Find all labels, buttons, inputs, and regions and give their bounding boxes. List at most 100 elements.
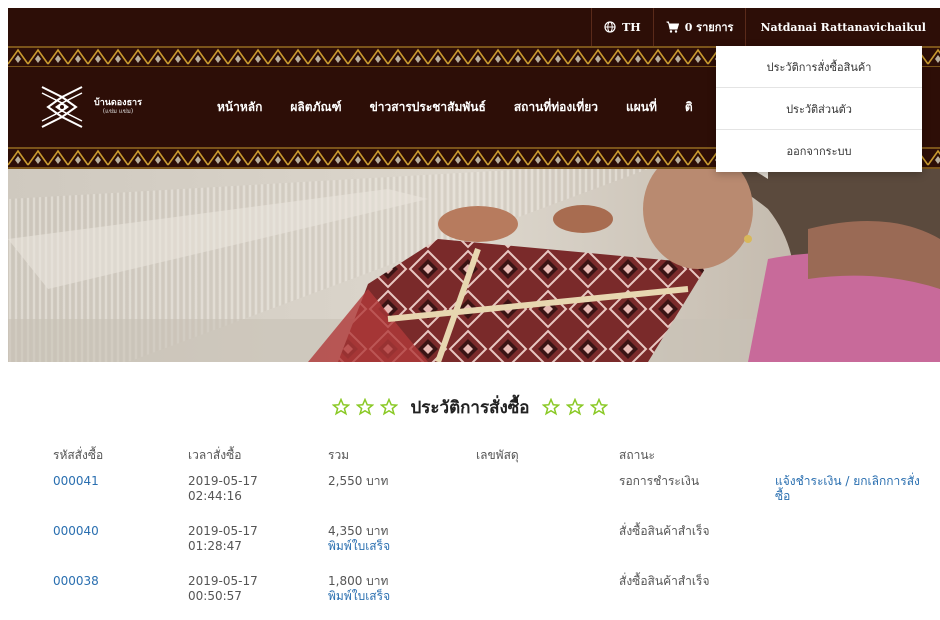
- stars-right: [541, 398, 608, 416]
- pattern-diamond: [435, 156, 441, 164]
- pattern-diamond: [55, 55, 61, 63]
- menu-order-history[interactable]: ประวัติการสั่งซื้อสินค้า: [716, 46, 922, 88]
- pattern-diamond: [15, 156, 21, 164]
- pattern-diamond: [35, 156, 41, 164]
- order-id-link[interactable]: 000041: [53, 474, 99, 488]
- pattern-diamond: [395, 55, 401, 63]
- logo-text: บ้านดองธาร (แข่ม แข่ม): [94, 98, 142, 115]
- pattern-diamond: [475, 156, 481, 164]
- pattern-diamond: [235, 55, 241, 63]
- order-id-link[interactable]: 000040: [53, 524, 99, 538]
- user-menu-button[interactable]: Natdanai Rattanavichaikul: [745, 8, 940, 46]
- nav-products[interactable]: ผลิตภัณฑ์: [276, 98, 355, 117]
- order-id-link[interactable]: 000038: [53, 574, 99, 588]
- pattern-diamond: [95, 156, 101, 164]
- pattern-diamond: [675, 156, 681, 164]
- pattern-diamond: [595, 156, 601, 164]
- pattern-diamond: [175, 55, 181, 63]
- pattern-diamond: [115, 55, 121, 63]
- table-row: 000040 2019-05-17 01:28:47 4,350 บาท พิม…: [53, 524, 933, 574]
- pattern-diamond: [495, 55, 501, 63]
- print-receipt-link[interactable]: พิมพ์ใบเสร็จ: [328, 589, 390, 603]
- pattern-diamond: [935, 55, 940, 63]
- pattern-diamond: [555, 55, 561, 63]
- globe-icon: [604, 21, 616, 33]
- pattern-diamond: [315, 55, 321, 63]
- table-row: 000041 2019-05-17 02:44:16 2,550 บาท รอก…: [53, 474, 933, 524]
- pattern-diamond: [175, 156, 181, 164]
- table-header: รหัสสั่งซื้อ เวลาสั่งซื้อ รวม เลขพัสดุ ส…: [53, 446, 933, 474]
- order-date: 2019-05-17: [188, 574, 258, 588]
- pattern-diamond: [495, 156, 501, 164]
- pattern-diamond: [615, 55, 621, 63]
- order-time: 00:50:57: [188, 589, 242, 603]
- pattern-diamond: [55, 156, 61, 164]
- nav-news[interactable]: ข่าวสารประชาสัมพันธ์: [356, 98, 500, 117]
- orders-table: รหัสสั่งซื้อ เวลาสั่งซื้อ รวม เลขพัสดุ ส…: [53, 446, 933, 620]
- logo[interactable]: บ้านดองธาร (แข่ม แข่ม): [38, 83, 183, 131]
- pattern-diamond: [635, 55, 641, 63]
- cart-button[interactable]: 0 รายการ: [652, 8, 746, 46]
- pattern-diamond: [135, 55, 141, 63]
- pattern-diamond: [335, 156, 341, 164]
- order-tracking: [476, 574, 619, 620]
- nav-contact[interactable]: ติ: [671, 98, 707, 117]
- header-total: รวม: [328, 448, 350, 462]
- pattern-diamond: [675, 55, 681, 63]
- pattern-diamond: [195, 156, 201, 164]
- pattern-diamond: [335, 55, 341, 63]
- pattern-diamond: [515, 156, 521, 164]
- pattern-diamond: [155, 156, 161, 164]
- order-total: 2,550 บาท: [328, 474, 389, 488]
- pattern-diamond: [215, 55, 221, 63]
- order-history-heading: ประวัติการสั่งซื้อ: [0, 392, 940, 422]
- pattern-diamond: [555, 156, 561, 164]
- cart-count: 0 รายการ: [684, 21, 734, 34]
- cart-icon: [666, 21, 679, 33]
- pattern-diamond: [435, 55, 441, 63]
- pattern-diamond: [35, 55, 41, 63]
- nav-attractions[interactable]: สถานที่ท่องเที่ยว: [500, 98, 612, 117]
- nav-links: หน้าหลัก ผลิตภัณฑ์ ข่าวสารประชาสัมพันธ์ …: [203, 98, 707, 117]
- pattern-diamond: [255, 55, 261, 63]
- pattern-diamond: [15, 55, 21, 63]
- pattern-diamond: [375, 156, 381, 164]
- pattern-diamond: [315, 156, 321, 164]
- pattern-diamond: [575, 55, 581, 63]
- stars-left: [332, 398, 399, 416]
- pattern-diamond: [235, 156, 241, 164]
- nav-map[interactable]: แผนที่: [612, 98, 671, 117]
- order-time: 01:28:47: [188, 539, 242, 553]
- pattern-diamond: [275, 55, 281, 63]
- pattern-diamond: [635, 156, 641, 164]
- order-status: รอการชำระเงิน: [619, 474, 700, 488]
- pattern-diamond: [115, 156, 121, 164]
- order-date: 2019-05-17: [188, 524, 258, 538]
- pattern-diamond: [455, 55, 461, 63]
- header-status: สถานะ: [619, 448, 655, 462]
- header-order-time: เวลาสั่งซื้อ: [188, 448, 242, 462]
- order-date: 2019-05-17: [188, 474, 258, 488]
- menu-profile[interactable]: ประวัติส่วนตัว: [716, 88, 922, 130]
- pattern-diamond: [155, 55, 161, 63]
- nav-home[interactable]: หน้าหลัก: [203, 98, 276, 117]
- pattern-diamond: [595, 55, 601, 63]
- hero-banner-image: [8, 169, 940, 362]
- pattern-diamond: [355, 55, 361, 63]
- pattern-diamond: [355, 156, 361, 164]
- order-status: สั่งซื้อสินค้าสำเร็จ: [619, 574, 710, 588]
- star-outline-icon: [565, 398, 584, 416]
- pattern-diamond: [695, 156, 701, 164]
- pattern-diamond: [295, 55, 301, 63]
- pattern-diamond: [295, 156, 301, 164]
- pattern-diamond: [575, 156, 581, 164]
- table-row: 000038 2019-05-17 00:50:57 1,800 บาท พิม…: [53, 574, 933, 620]
- payment-cancel-link[interactable]: แจ้งชำระเงิน / ยกเลิกการสั่งซื้อ: [775, 474, 920, 503]
- pattern-diamond: [215, 156, 221, 164]
- menu-logout[interactable]: ออกจากระบบ: [716, 130, 922, 172]
- language-selector[interactable]: TH: [591, 8, 653, 46]
- pattern-diamond: [535, 55, 541, 63]
- order-tracking: [476, 524, 619, 574]
- print-receipt-link[interactable]: พิมพ์ใบเสร็จ: [328, 539, 390, 553]
- pattern-diamond: [195, 55, 201, 63]
